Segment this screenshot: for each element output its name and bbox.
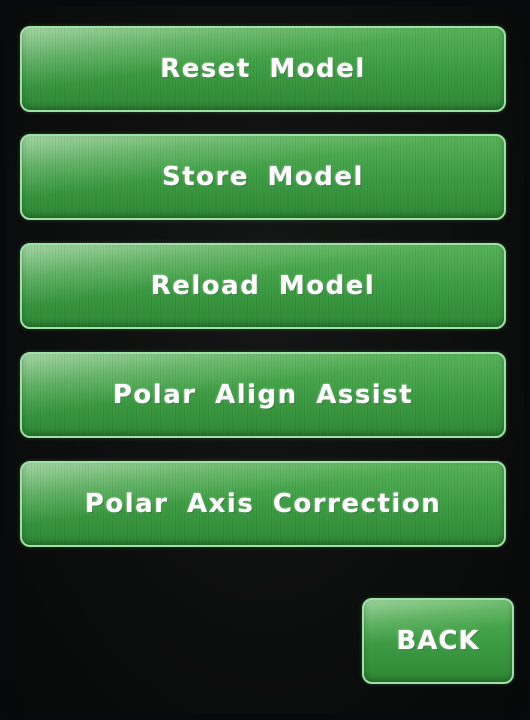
reset-model-button[interactable]: Reset Model [20, 26, 506, 112]
reload-model-button[interactable]: Reload Model [20, 243, 506, 329]
polar-axis-correction-label: Polar Axis Correction [84, 489, 442, 519]
reload-model-label: Reload Model [150, 271, 376, 301]
store-model-label: Store Model [162, 162, 364, 192]
touch-screen: Reset Model Store Model Reload Model Pol… [0, 0, 530, 720]
back-label: BACK [396, 626, 480, 656]
store-model-button[interactable]: Store Model [20, 134, 506, 220]
polar-axis-correction-button[interactable]: Polar Axis Correction [20, 461, 506, 547]
polar-align-assist-label: Polar Align Assist [112, 380, 414, 410]
reset-model-label: Reset Model [160, 54, 366, 84]
polar-align-assist-button[interactable]: Polar Align Assist [20, 352, 506, 438]
back-button[interactable]: BACK [362, 598, 514, 684]
